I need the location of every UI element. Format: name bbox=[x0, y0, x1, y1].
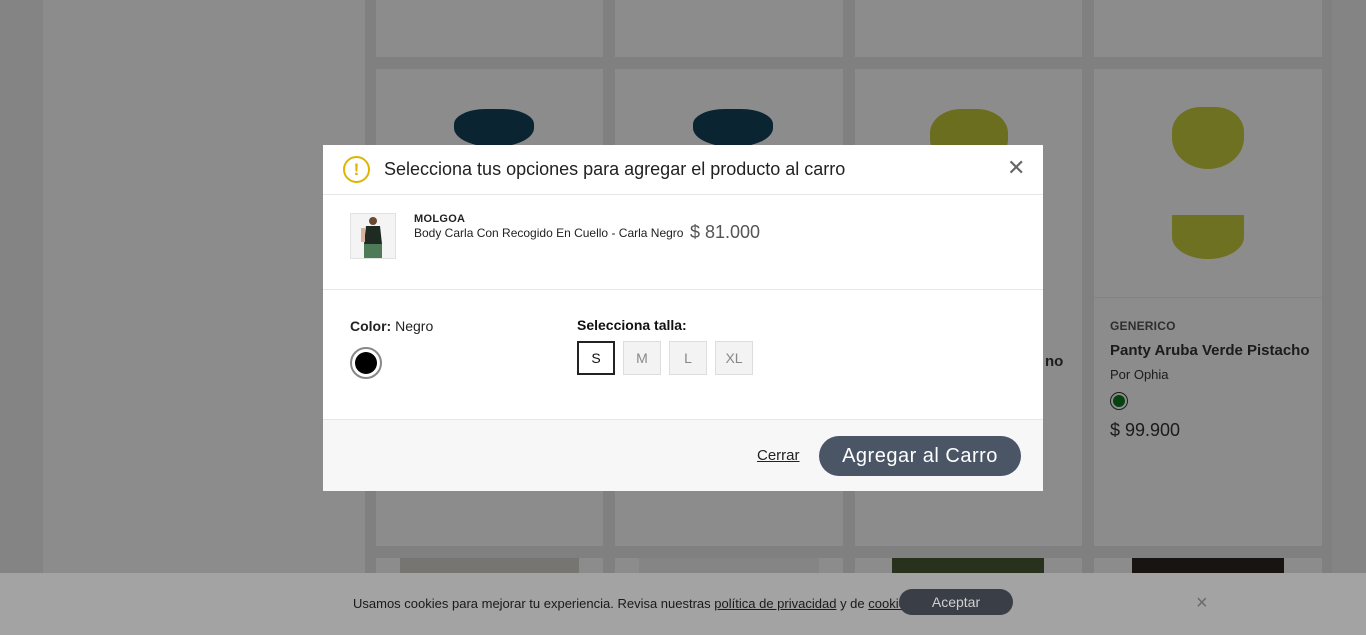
modal-product-summary: MOLGOA Body Carla Con Recogido En Cuello… bbox=[323, 195, 1043, 290]
size-option-xl[interactable]: XL bbox=[715, 341, 753, 375]
cookie-message: Usamos cookies para mejorar tu experienc… bbox=[353, 596, 916, 611]
close-button[interactable]: Cerrar bbox=[757, 447, 800, 464]
product-thumbnail-image bbox=[351, 214, 395, 258]
privacy-policy-link[interactable]: política de privacidad bbox=[714, 596, 836, 611]
product-price: $ 81.000 bbox=[690, 222, 761, 242]
size-option-s[interactable]: S bbox=[577, 341, 615, 375]
modal-header: ! Selecciona tus opciones para agregar e… bbox=[323, 145, 1043, 195]
close-icon[interactable]: × bbox=[1196, 592, 1208, 615]
cookie-accept-button[interactable]: Aceptar bbox=[899, 589, 1013, 615]
color-label-title: Color: bbox=[350, 318, 392, 334]
warning-icon: ! bbox=[343, 156, 370, 183]
color-label: Color: Negro bbox=[350, 318, 433, 334]
cookie-text-middle: y de bbox=[840, 596, 865, 611]
add-to-cart-button[interactable]: Agregar al Carro bbox=[819, 436, 1021, 476]
cookie-banner: Usamos cookies para mejorar tu experienc… bbox=[0, 573, 1366, 635]
size-label: Selecciona talla: bbox=[577, 317, 687, 333]
color-swatch-negro[interactable] bbox=[350, 347, 382, 379]
size-selector: S M L XL bbox=[577, 341, 753, 375]
size-option-m[interactable]: M bbox=[623, 341, 661, 375]
close-icon[interactable]: ✕ bbox=[1007, 157, 1025, 179]
product-name: Body Carla Con Recogido En Cuello - Carl… bbox=[414, 226, 684, 240]
cookie-text-before: Usamos cookies para mejorar tu experienc… bbox=[353, 596, 711, 611]
product-brand: MOLGOA bbox=[414, 213, 466, 225]
product-thumbnail bbox=[350, 213, 396, 259]
modal-footer: Cerrar Agregar al Carro bbox=[323, 420, 1043, 491]
modal-title: Selecciona tus opciones para agregar el … bbox=[384, 159, 846, 179]
size-option-l[interactable]: L bbox=[669, 341, 707, 375]
color-value: Negro bbox=[395, 318, 434, 334]
product-options: Color: Negro Selecciona talla: S M L XL bbox=[323, 290, 1043, 420]
add-to-cart-modal: ! Selecciona tus opciones para agregar e… bbox=[323, 145, 1043, 491]
